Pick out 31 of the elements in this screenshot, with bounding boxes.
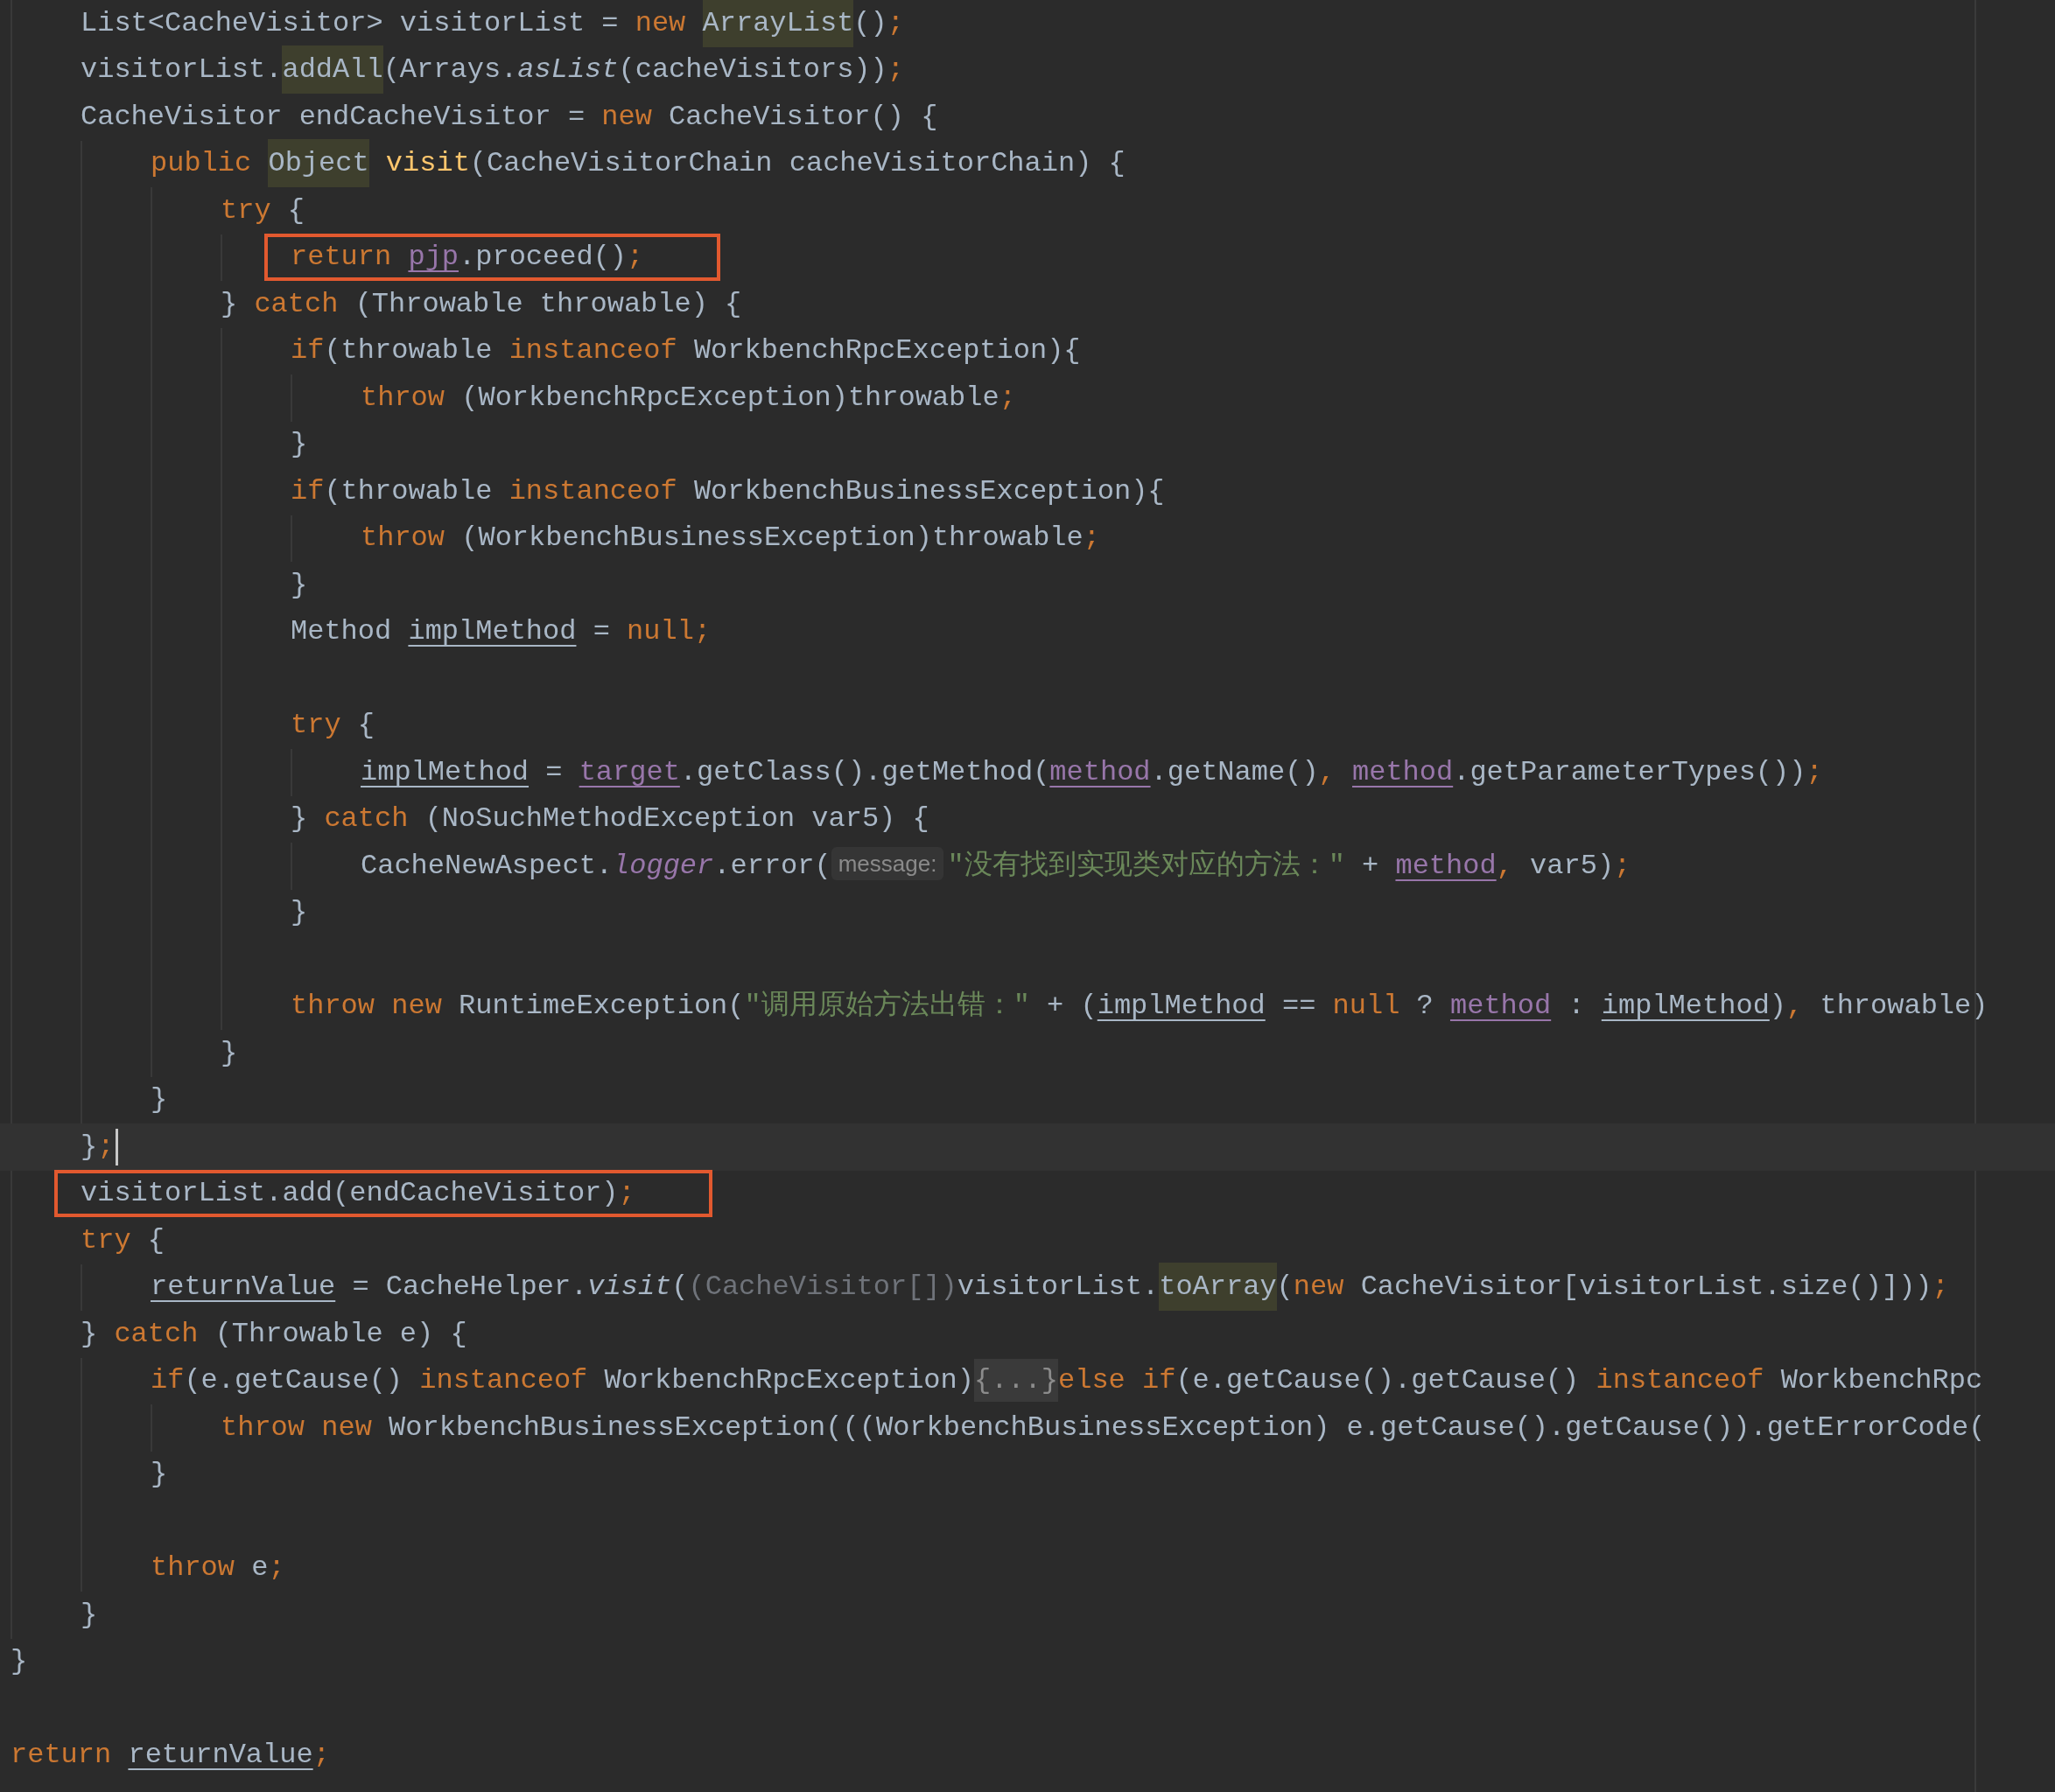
code-line: try {	[221, 192, 305, 228]
code-line: try {	[81, 1222, 165, 1258]
code-line: }	[291, 427, 308, 463]
code-line: throw new RuntimeException("调用原始方法出错：" + (implMethod == null ? method : implMethod), throwable)	[291, 989, 1988, 1025]
code-line: implMethod = target.getClass().getMethod(method.getName(), method.getParameterTypes());	[361, 754, 1823, 790]
code-line: }	[221, 1035, 238, 1071]
code-line: if(throwable instanceof WorkbenchRpcException){	[291, 333, 1081, 369]
code-line: throw e;	[151, 1550, 285, 1586]
code-line: if(throwable instanceof WorkbenchBusinessException){	[291, 473, 1165, 509]
code-line: visitorList.add(endCacheVisitor);	[81, 1176, 635, 1212]
code-line: }	[81, 1597, 98, 1633]
code-line: Method implMethod = null;	[291, 614, 712, 650]
code-line: try {	[291, 708, 375, 744]
code-line: }	[291, 895, 308, 931]
code-line: } catch (NoSuchMethodException var5) {	[291, 802, 929, 837]
code-line: throw (WorkbenchBusinessException)throwable;	[361, 521, 1100, 556]
code-line: throw (WorkbenchRpcException)throwable;	[361, 380, 1016, 416]
code-line: CacheNewAspect.logger.error( $^{message:}$ "没有找到实现类对应的方法：" + method, var5);	[361, 844, 1631, 887]
code-line: }	[151, 1457, 168, 1493]
code-line: }	[11, 1644, 28, 1680]
code-line: if(e.getCause() instanceof WorkbenchRpcException){...}else if(e.getCause().getCause() instanceof WorkbenchRpc	[151, 1360, 1983, 1403]
code-line: };	[81, 1129, 115, 1165]
code-line: }	[151, 1082, 168, 1118]
code-line: throw new WorkbenchBusinessException(((WorkbenchBusinessException) e.getCause().getCause()).getErrorCode(	[221, 1410, 1986, 1446]
code-line: List<CacheVisitor> visitorList = new ArrayList();	[81, 2, 904, 45]
code-line: return returnValue;	[11, 1738, 330, 1774]
code-line: }	[291, 567, 308, 603]
code-line: } catch (Throwable throwable) {	[221, 286, 742, 322]
code-line: } catch (Throwable e) {	[81, 1316, 467, 1352]
code-line: CacheVisitor endCacheVisitor = new CacheVisitor() {	[81, 99, 938, 135]
code-line: return pjp.proceed();	[291, 240, 644, 276]
